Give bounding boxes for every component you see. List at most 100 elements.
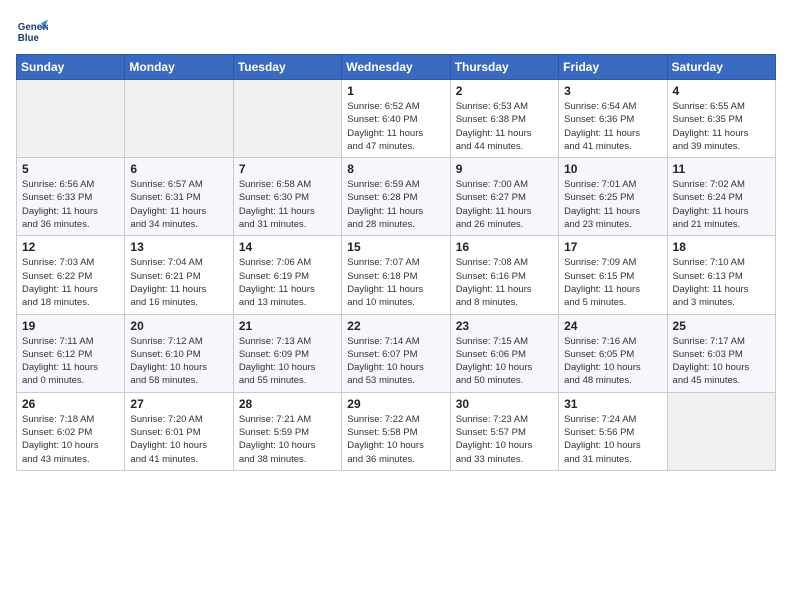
calendar-cell: 7Sunrise: 6:58 AM Sunset: 6:30 PM Daylig… bbox=[233, 158, 341, 236]
day-number: 4 bbox=[673, 84, 770, 98]
weekday-header-tuesday: Tuesday bbox=[233, 55, 341, 80]
weekday-header-sunday: Sunday bbox=[17, 55, 125, 80]
calendar-cell: 6 Sunrise: 6:57 AM Sunset: 6:31 PM Daylig… bbox=[125, 158, 233, 236]
calendar-cell: 8Sunrise: 6:59 AM Sunset: 6:28 PM Daylig… bbox=[342, 158, 450, 236]
day-info: Sunrise: 7:00 AM Sunset: 6:27 PM Dayligh… bbox=[456, 178, 553, 231]
day-number: 1 bbox=[347, 84, 444, 98]
day-info: Sunrise: 7:06 AM Sunset: 6:19 PM Dayligh… bbox=[239, 256, 336, 309]
calendar-week-row: 5 Sunrise: 6:56 AM Sunset: 6:33 PM Daylig… bbox=[17, 158, 776, 236]
day-number: 2 bbox=[456, 84, 553, 98]
day-number: 24 bbox=[564, 319, 661, 333]
day-info: Sunrise: 7:11 AM Sunset: 6:12 PM Dayligh… bbox=[22, 335, 119, 388]
calendar-cell: 1 Sunrise: 6:52 AM Sunset: 6:40 PM Daylig… bbox=[342, 80, 450, 158]
day-info: Sunrise: 7:21 AM Sunset: 5:59 PM Dayligh… bbox=[239, 413, 336, 466]
calendar-cell bbox=[125, 80, 233, 158]
calendar-cell: 21 Sunrise: 7:13 AM Sunset: 6:09 PM Dayli… bbox=[233, 314, 341, 392]
day-number: 12 bbox=[22, 240, 119, 254]
calendar-cell: 15 Sunrise: 7:07 AM Sunset: 6:18 PM Dayli… bbox=[342, 236, 450, 314]
day-number: 25 bbox=[673, 319, 770, 333]
calendar-cell: 28 Sunrise: 7:21 AM Sunset: 5:59 PM Dayli… bbox=[233, 392, 341, 470]
calendar-week-row: 1 Sunrise: 6:52 AM Sunset: 6:40 PM Daylig… bbox=[17, 80, 776, 158]
day-info: Sunrise: 6:53 AM Sunset: 6:38 PM Dayligh… bbox=[456, 100, 553, 153]
day-number: 19 bbox=[22, 319, 119, 333]
weekday-header-friday: Friday bbox=[559, 55, 667, 80]
day-info: Sunrise: 7:09 AM Sunset: 6:15 PM Dayligh… bbox=[564, 256, 661, 309]
calendar-cell: 29Sunrise: 7:22 AM Sunset: 5:58 PM Dayli… bbox=[342, 392, 450, 470]
day-number: 31 bbox=[564, 397, 661, 411]
day-info: Sunrise: 7:01 AM Sunset: 6:25 PM Dayligh… bbox=[564, 178, 661, 231]
svg-text:Blue: Blue bbox=[18, 33, 40, 44]
day-info: Sunrise: 7:02 AM Sunset: 6:24 PM Dayligh… bbox=[673, 178, 770, 231]
day-info: Sunrise: 7:04 AM Sunset: 6:21 PM Dayligh… bbox=[130, 256, 227, 309]
calendar-cell bbox=[233, 80, 341, 158]
weekday-header-wednesday: Wednesday bbox=[342, 55, 450, 80]
calendar-cell: 24 Sunrise: 7:16 AM Sunset: 6:05 PM Dayli… bbox=[559, 314, 667, 392]
calendar-cell bbox=[17, 80, 125, 158]
calendar-week-row: 26Sunrise: 7:18 AM Sunset: 6:02 PM Dayli… bbox=[17, 392, 776, 470]
calendar-cell: 22Sunrise: 7:14 AM Sunset: 6:07 PM Dayli… bbox=[342, 314, 450, 392]
logo: General Blue bbox=[16, 16, 52, 48]
calendar-cell: 18Sunrise: 7:10 AM Sunset: 6:13 PM Dayli… bbox=[667, 236, 775, 314]
calendar-cell: 20 Sunrise: 7:12 AM Sunset: 6:10 PM Dayli… bbox=[125, 314, 233, 392]
calendar-cell: 9Sunrise: 7:00 AM Sunset: 6:27 PM Daylig… bbox=[450, 158, 558, 236]
calendar-cell: 23 Sunrise: 7:15 AM Sunset: 6:06 PM Dayli… bbox=[450, 314, 558, 392]
calendar-cell: 10 Sunrise: 7:01 AM Sunset: 6:25 PM Dayli… bbox=[559, 158, 667, 236]
calendar-cell: 5 Sunrise: 6:56 AM Sunset: 6:33 PM Daylig… bbox=[17, 158, 125, 236]
day-info: Sunrise: 7:03 AM Sunset: 6:22 PM Dayligh… bbox=[22, 256, 119, 309]
day-info: Sunrise: 7:18 AM Sunset: 6:02 PM Dayligh… bbox=[22, 413, 119, 466]
day-info: Sunrise: 7:16 AM Sunset: 6:05 PM Dayligh… bbox=[564, 335, 661, 388]
day-info: Sunrise: 7:20 AM Sunset: 6:01 PM Dayligh… bbox=[130, 413, 227, 466]
calendar-cell: 4 Sunrise: 6:55 AM Sunset: 6:35 PM Daylig… bbox=[667, 80, 775, 158]
day-info: Sunrise: 7:10 AM Sunset: 6:13 PM Dayligh… bbox=[673, 256, 770, 309]
day-info: Sunrise: 7:17 AM Sunset: 6:03 PM Dayligh… bbox=[673, 335, 770, 388]
day-info: Sunrise: 7:13 AM Sunset: 6:09 PM Dayligh… bbox=[239, 335, 336, 388]
calendar-cell: 25 Sunrise: 7:17 AM Sunset: 6:03 PM Dayli… bbox=[667, 314, 775, 392]
day-info: Sunrise: 7:08 AM Sunset: 6:16 PM Dayligh… bbox=[456, 256, 553, 309]
day-number: 21 bbox=[239, 319, 336, 333]
day-number: 17 bbox=[564, 240, 661, 254]
day-number: 28 bbox=[239, 397, 336, 411]
day-info: Sunrise: 6:54 AM Sunset: 6:36 PM Dayligh… bbox=[564, 100, 661, 153]
day-number: 14 bbox=[239, 240, 336, 254]
weekday-header-saturday: Saturday bbox=[667, 55, 775, 80]
calendar-header-row: SundayMondayTuesdayWednesdayThursdayFrid… bbox=[17, 55, 776, 80]
day-number: 20 bbox=[130, 319, 227, 333]
day-info: Sunrise: 6:57 AM Sunset: 6:31 PM Dayligh… bbox=[130, 178, 227, 231]
day-info: Sunrise: 7:24 AM Sunset: 5:56 PM Dayligh… bbox=[564, 413, 661, 466]
day-number: 5 bbox=[22, 162, 119, 176]
calendar-cell: 2 Sunrise: 6:53 AM Sunset: 6:38 PM Daylig… bbox=[450, 80, 558, 158]
day-number: 16 bbox=[456, 240, 553, 254]
calendar-cell: 14 Sunrise: 7:06 AM Sunset: 6:19 PM Dayli… bbox=[233, 236, 341, 314]
calendar: SundayMondayTuesdayWednesdayThursdayFrid… bbox=[16, 54, 776, 471]
day-info: Sunrise: 7:22 AM Sunset: 5:58 PM Dayligh… bbox=[347, 413, 444, 466]
day-number: 10 bbox=[564, 162, 661, 176]
day-number: 30 bbox=[456, 397, 553, 411]
day-number: 7 bbox=[239, 162, 336, 176]
calendar-cell: 17 Sunrise: 7:09 AM Sunset: 6:15 PM Dayli… bbox=[559, 236, 667, 314]
day-info: Sunrise: 7:07 AM Sunset: 6:18 PM Dayligh… bbox=[347, 256, 444, 309]
calendar-cell: 16 Sunrise: 7:08 AM Sunset: 6:16 PM Dayli… bbox=[450, 236, 558, 314]
day-number: 13 bbox=[130, 240, 227, 254]
calendar-cell: 11Sunrise: 7:02 AM Sunset: 6:24 PM Dayli… bbox=[667, 158, 775, 236]
day-info: Sunrise: 7:12 AM Sunset: 6:10 PM Dayligh… bbox=[130, 335, 227, 388]
calendar-cell: 13 Sunrise: 7:04 AM Sunset: 6:21 PM Dayli… bbox=[125, 236, 233, 314]
day-number: 6 bbox=[130, 162, 227, 176]
day-info: Sunrise: 6:59 AM Sunset: 6:28 PM Dayligh… bbox=[347, 178, 444, 231]
day-info: Sunrise: 7:15 AM Sunset: 6:06 PM Dayligh… bbox=[456, 335, 553, 388]
calendar-cell bbox=[667, 392, 775, 470]
day-info: Sunrise: 6:55 AM Sunset: 6:35 PM Dayligh… bbox=[673, 100, 770, 153]
calendar-cell: 31 Sunrise: 7:24 AM Sunset: 5:56 PM Dayli… bbox=[559, 392, 667, 470]
calendar-cell: 27 Sunrise: 7:20 AM Sunset: 6:01 PM Dayli… bbox=[125, 392, 233, 470]
day-number: 15 bbox=[347, 240, 444, 254]
weekday-header-thursday: Thursday bbox=[450, 55, 558, 80]
day-number: 23 bbox=[456, 319, 553, 333]
day-number: 3 bbox=[564, 84, 661, 98]
calendar-cell: 30Sunrise: 7:23 AM Sunset: 5:57 PM Dayli… bbox=[450, 392, 558, 470]
calendar-cell: 12 Sunrise: 7:03 AM Sunset: 6:22 PM Dayli… bbox=[17, 236, 125, 314]
day-number: 27 bbox=[130, 397, 227, 411]
day-info: Sunrise: 6:52 AM Sunset: 6:40 PM Dayligh… bbox=[347, 100, 444, 153]
calendar-week-row: 12 Sunrise: 7:03 AM Sunset: 6:22 PM Dayli… bbox=[17, 236, 776, 314]
weekday-header-monday: Monday bbox=[125, 55, 233, 80]
day-info: Sunrise: 6:56 AM Sunset: 6:33 PM Dayligh… bbox=[22, 178, 119, 231]
calendar-week-row: 19 Sunrise: 7:11 AM Sunset: 6:12 PM Dayli… bbox=[17, 314, 776, 392]
